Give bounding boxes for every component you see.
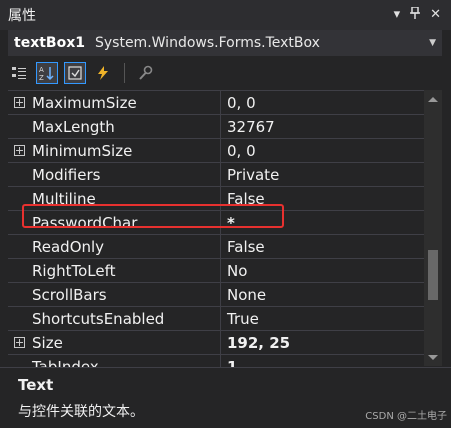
categorized-icon [12, 67, 26, 79]
vertical-scrollbar[interactable] [424, 90, 442, 366]
property-value[interactable]: 32767 [221, 115, 424, 138]
property-row[interactable]: MaxLength 32767 [8, 115, 424, 139]
property-name: ReadOnly [30, 235, 221, 258]
property-name: MaximumSize [30, 91, 221, 114]
property-row[interactable]: Modifiers Private [8, 163, 424, 187]
expander [8, 307, 30, 330]
property-name: ScrollBars [30, 283, 221, 306]
alphabetical-icon: A Z [39, 66, 54, 81]
close-icon[interactable]: ✕ [430, 7, 441, 23]
property-toolbar: A Z [8, 58, 442, 88]
properties-icon [68, 66, 82, 80]
description-text: 与控件关联的文本。 [18, 404, 144, 420]
pin-icon[interactable] [410, 6, 421, 23]
property-value[interactable]: 192, 25 [221, 331, 424, 354]
chevron-down-icon[interactable]: ▼ [429, 38, 436, 48]
property-value[interactable]: No [221, 259, 424, 282]
expander[interactable] [8, 331, 30, 354]
categorized-button[interactable] [8, 62, 30, 84]
dropdown-arrow-icon[interactable]: ▾ [394, 7, 401, 23]
property-value[interactable]: 0, 0 [221, 139, 424, 162]
expand-plus-icon[interactable] [13, 337, 25, 348]
property-name: Modifiers [30, 163, 221, 186]
object-selector[interactable]: textBox1 System.Windows.Forms.TextBox ▼ [8, 30, 442, 56]
property-row[interactable]: ShortcutsEnabled True [8, 307, 424, 331]
expander [8, 235, 30, 258]
expander [8, 163, 30, 186]
svg-text:Z: Z [39, 74, 44, 81]
property-row[interactable]: MaximumSize 0, 0 [8, 91, 424, 115]
properties-button[interactable] [64, 62, 86, 84]
expander[interactable] [8, 139, 30, 162]
expander [8, 283, 30, 306]
svg-text:A: A [39, 66, 44, 74]
alphabetical-button[interactable]: A Z [36, 62, 58, 84]
property-row[interactable]: ReadOnly False [8, 235, 424, 259]
highlight-box [22, 204, 284, 228]
object-type: System.Windows.Forms.TextBox [94, 35, 320, 51]
property-row[interactable]: Size 192, 25 [8, 331, 424, 355]
property-value[interactable]: False [221, 235, 424, 258]
scroll-up-icon[interactable] [424, 90, 442, 108]
title-bar: 属性 ▾ ✕ [0, 0, 451, 30]
events-icon [98, 66, 108, 80]
property-row[interactable]: ScrollBars None [8, 283, 424, 307]
description-title: Text [18, 376, 54, 394]
property-value[interactable]: Private [221, 163, 424, 186]
scroll-down-icon[interactable] [424, 348, 442, 366]
property-value[interactable]: None [221, 283, 424, 306]
toolbar-separator [124, 63, 125, 83]
watermark: CSDN @二土电子 [365, 411, 447, 422]
expander[interactable] [8, 91, 30, 114]
expand-plus-icon[interactable] [13, 145, 25, 156]
property-name: RightToLeft [30, 259, 221, 282]
scroll-thumb[interactable] [428, 250, 438, 300]
property-grid: MaximumSize 0, 0 MaxLength 32767 MinimumSize… [8, 90, 424, 379]
expand-plus-icon[interactable] [13, 97, 25, 108]
description-panel: Text 与控件关联的文本。 CSDN @二土电子 [0, 367, 451, 428]
property-value[interactable]: 0, 0 [221, 91, 424, 114]
property-row[interactable]: RightToLeft No [8, 259, 424, 283]
property-row[interactable]: MinimumSize 0, 0 [8, 139, 424, 163]
object-name: textBox1 [14, 35, 85, 51]
events-button[interactable] [92, 62, 114, 84]
property-name: MinimumSize [30, 139, 221, 162]
property-name: ShortcutsEnabled [30, 307, 221, 330]
property-pages-icon [139, 65, 153, 80]
property-pages-button[interactable] [135, 62, 157, 84]
window-title: 属性 [8, 8, 36, 24]
property-name: Size [30, 331, 221, 354]
property-name: MaxLength [30, 115, 221, 138]
expander [8, 115, 30, 138]
expander [8, 259, 30, 282]
property-value[interactable]: True [221, 307, 424, 330]
